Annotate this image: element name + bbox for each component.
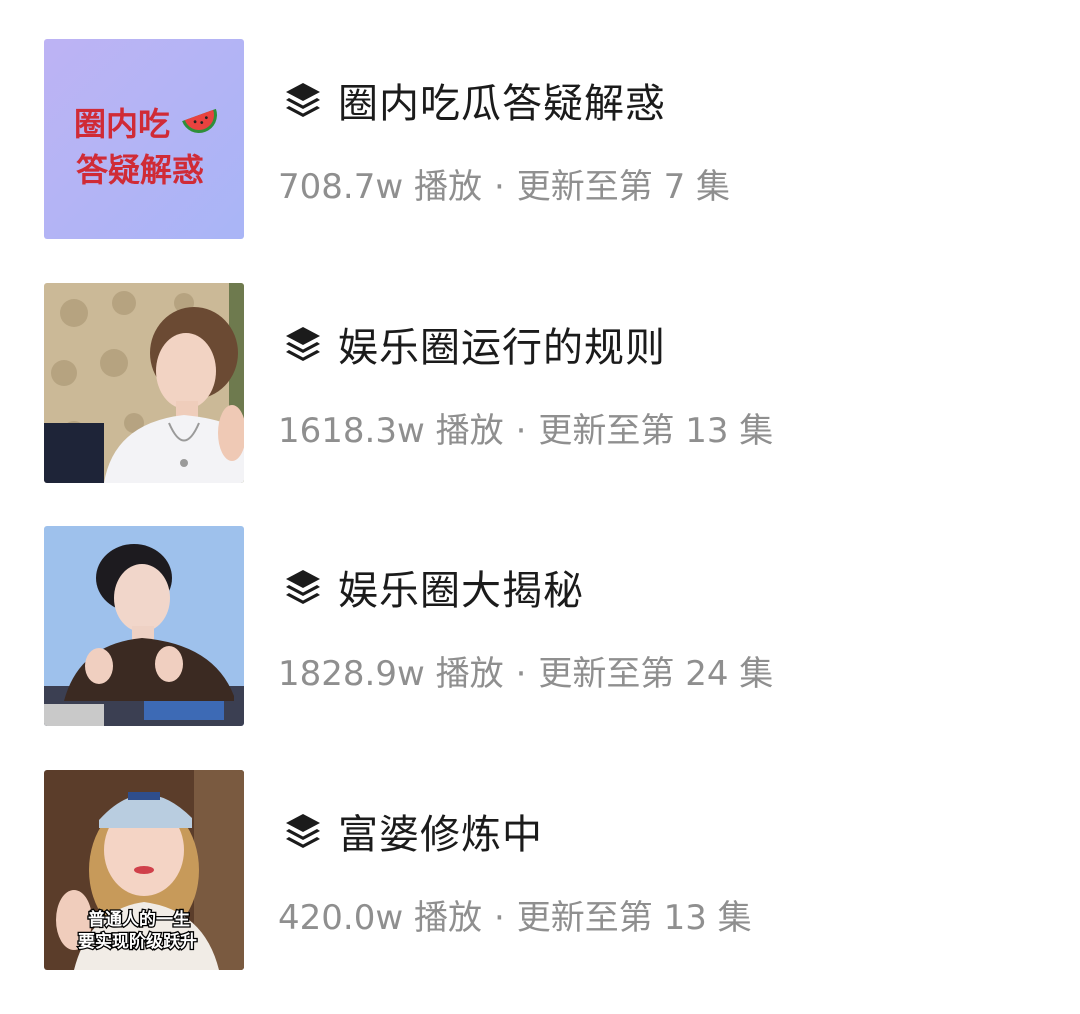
episode-update: 更新至第 7 集 bbox=[516, 167, 731, 207]
collection-title-row: 富婆修炼中 bbox=[282, 806, 543, 858]
collection-title[interactable]: 富婆修炼中 bbox=[338, 802, 543, 860]
layers-icon bbox=[282, 79, 324, 121]
play-count: 1618.3w 播放 bbox=[278, 411, 504, 451]
collection-title-row: 娱乐圈大揭秘 bbox=[282, 562, 584, 614]
thumbnail-caption-line1: 普通人的一生 bbox=[88, 909, 190, 930]
collection-item[interactable]: 娱乐圈大揭秘 1828.9w 播放 · 更新至第 24 集 bbox=[44, 526, 1044, 726]
collection-title-row: 圈内吃瓜答疑解惑 bbox=[282, 75, 666, 127]
collection-item[interactable]: 普通人的一生 要实现阶级跃升 富婆修炼中 420.0w 播放 · 更新至第 13 集 bbox=[44, 770, 1044, 970]
separator-dot: · bbox=[493, 898, 505, 938]
collection-title[interactable]: 娱乐圈运行的规则 bbox=[338, 315, 666, 373]
episode-update: 更新至第 13 集 bbox=[538, 411, 774, 451]
layers-icon bbox=[282, 323, 324, 365]
collection-title-row: 娱乐圈运行的规则 bbox=[282, 319, 666, 371]
collection-meta: 1618.3w 播放 · 更新至第 13 集 bbox=[278, 403, 773, 452]
layers-icon bbox=[282, 566, 324, 608]
thumbnail-text-line1: 圈内吃 bbox=[74, 105, 170, 143]
collection-item[interactable]: 圈内吃 答疑解惑 圈内吃瓜答疑解惑 708.7w 播放 · 更新至第 7 集 bbox=[44, 39, 1044, 239]
collection-thumbnail[interactable]: 普通人的一生 要实现阶级跃升 bbox=[44, 770, 244, 970]
episode-update: 更新至第 13 集 bbox=[516, 898, 752, 938]
collection-meta: 420.0w 播放 · 更新至第 13 集 bbox=[278, 890, 752, 939]
collection-item[interactable]: 娱乐圈运行的规则 1618.3w 播放 · 更新至第 13 集 bbox=[44, 283, 1044, 483]
collection-thumbnail[interactable] bbox=[44, 526, 244, 726]
collection-meta: 708.7w 播放 · 更新至第 7 集 bbox=[278, 159, 730, 208]
collection-title[interactable]: 圈内吃瓜答疑解惑 bbox=[338, 71, 666, 129]
collection-thumbnail[interactable] bbox=[44, 283, 244, 483]
episode-update: 更新至第 24 集 bbox=[538, 654, 774, 694]
layers-icon bbox=[282, 810, 324, 852]
play-count: 708.7w 播放 bbox=[278, 167, 482, 207]
play-count: 420.0w 播放 bbox=[278, 898, 482, 938]
collection-title[interactable]: 娱乐圈大揭秘 bbox=[338, 558, 584, 616]
separator-dot: · bbox=[493, 167, 505, 207]
separator-dot: · bbox=[515, 411, 527, 451]
collection-thumbnail[interactable]: 圈内吃 答疑解惑 bbox=[44, 39, 244, 239]
thumbnail-caption-line2: 要实现阶级跃升 bbox=[78, 931, 197, 952]
thumbnail-text-line2: 答疑解惑 bbox=[76, 151, 204, 189]
separator-dot: · bbox=[515, 654, 527, 694]
collection-meta: 1828.9w 播放 · 更新至第 24 集 bbox=[278, 646, 773, 695]
collection-list: 圈内吃 答疑解惑 圈内吃瓜答疑解惑 708.7w 播放 · 更新至第 7 集 娱… bbox=[0, 0, 1080, 1014]
play-count: 1828.9w 播放 bbox=[278, 654, 504, 694]
